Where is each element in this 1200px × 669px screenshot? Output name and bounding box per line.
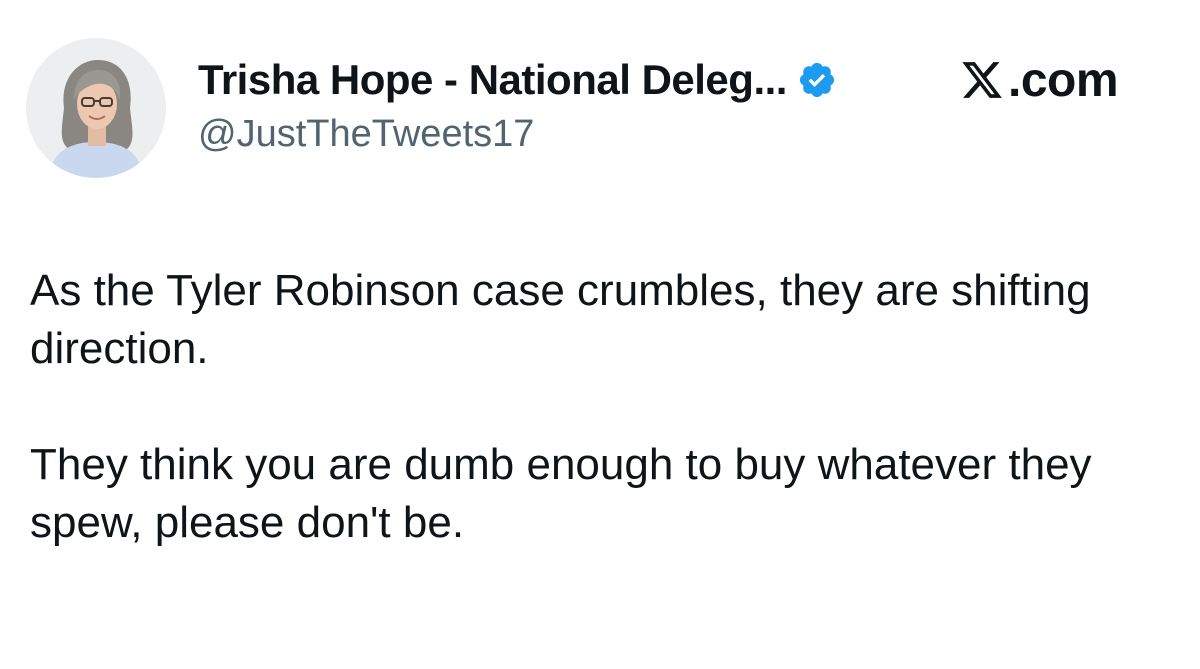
tweet-text: As the Tyler Robinson case crumbles, the… bbox=[30, 262, 1170, 552]
avatar[interactable] bbox=[26, 38, 166, 178]
tweet-paragraph: As the Tyler Robinson case crumbles, the… bbox=[30, 266, 1091, 373]
tweet-card: Trisha Hope - National Deleg... @JustThe… bbox=[0, 0, 1200, 669]
author-name-row: Trisha Hope - National Deleg... bbox=[198, 52, 837, 108]
x-brand: .com bbox=[960, 52, 1119, 108]
verified-badge-icon bbox=[797, 60, 837, 100]
avatar-image bbox=[26, 38, 166, 178]
x-logo-icon bbox=[960, 58, 1004, 102]
brand-domain-text: .com bbox=[1008, 53, 1119, 107]
author-handle[interactable]: @JustTheTweets17 bbox=[198, 113, 534, 156]
author-display-name[interactable]: Trisha Hope - National Deleg... bbox=[198, 56, 787, 104]
tweet-paragraph: They think you are dumb enough to buy wh… bbox=[30, 440, 1092, 547]
